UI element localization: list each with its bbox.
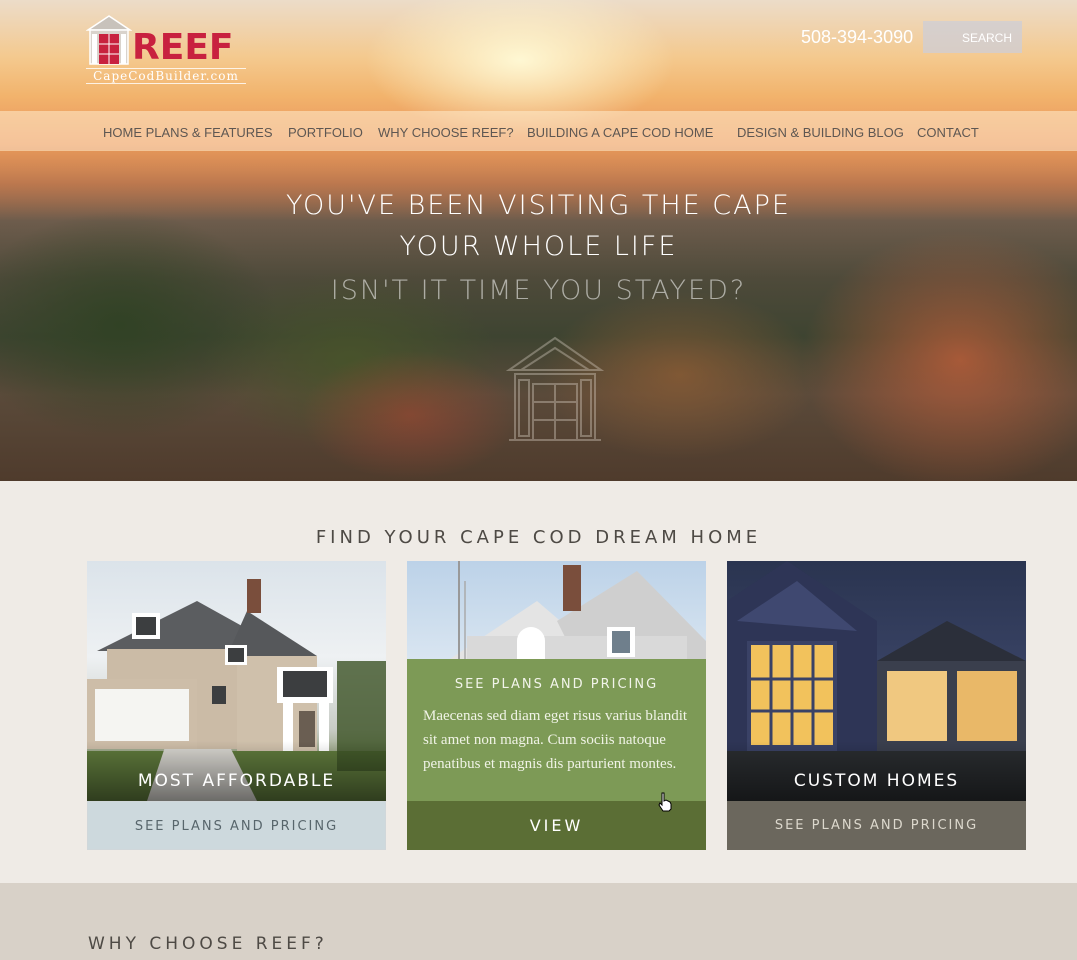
nav-item-building[interactable]: BUILDING A CAPE COD HOME	[527, 125, 713, 140]
hero-banner: REEF CapeCodBuilder.com 508-394-3090 SEA…	[0, 0, 1077, 481]
hero-fence-right	[800, 230, 1077, 481]
logo-wordmark: REEF	[132, 27, 234, 68]
logo-house-icon	[86, 15, 132, 65]
card-custom-homes[interactable]: CUSTOM HOMES SEE PLANS AND PRICING	[727, 561, 1026, 850]
nav-item-home-plans[interactable]: HOME PLANS & FEATURES	[103, 125, 273, 140]
see-plans-button[interactable]: SEE PLANS AND PRICING	[727, 801, 1026, 850]
card-most-affordable[interactable]: MOST AFFORDABLE SEE PLANS AND PRICING	[87, 561, 386, 850]
site-logo[interactable]: REEF CapeCodBuilder.com	[86, 14, 246, 86]
hero-subheadline: ISN'T IT TIME YOU STAYED?	[330, 275, 747, 306]
hero-flowers	[300, 350, 520, 480]
see-plans-button[interactable]: SEE PLANS AND PRICING	[87, 801, 386, 850]
hero-headline-line1: YOU'VE BEEN VISITING THE CAPE	[286, 190, 791, 221]
card-label-most-affordable: MOST AFFORDABLE	[137, 771, 336, 791]
main-nav: HOME PLANS & FEATURES PORTFOLIO WHY CHOO…	[0, 111, 1077, 151]
overlay-description: Maecenas sed diam eget risus varius blan…	[423, 708, 688, 772]
hand-cursor-icon	[658, 792, 672, 812]
card-overlay: SEE PLANS AND PRICING Maecenas sed diam …	[407, 659, 706, 801]
hero-headline-line2: YOUR WHOLE LIFE	[399, 231, 678, 262]
doorway-icon	[505, 336, 605, 441]
section-title-find: FIND YOUR CAPE COD DREAM HOME	[315, 527, 762, 548]
section-title-why: WHY CHOOSE REEF?	[88, 934, 328, 954]
nav-item-blog[interactable]: DESIGN & BUILDING BLOG	[737, 125, 904, 140]
overlay-title: SEE PLANS AND PRICING	[454, 677, 659, 692]
why-section: WHY CHOOSE REEF?	[0, 883, 1077, 960]
search-button[interactable]: SEARCH	[923, 21, 1022, 53]
nav-item-contact[interactable]: CONTACT	[917, 125, 979, 140]
logo-tagline: CapeCodBuilder.com	[86, 68, 246, 84]
card-label-custom-homes: CUSTOM HOMES	[793, 771, 960, 791]
house-photo-custom: CUSTOM HOMES	[727, 561, 1026, 801]
phone-number[interactable]: 508-394-3090	[801, 27, 913, 48]
house-illustration	[447, 561, 706, 661]
house-photo-affordable: MOST AFFORDABLE	[87, 561, 386, 801]
nav-item-portfolio[interactable]: PORTFOLIO	[288, 125, 363, 140]
nav-item-why-choose[interactable]: WHY CHOOSE REEF?	[378, 125, 514, 140]
